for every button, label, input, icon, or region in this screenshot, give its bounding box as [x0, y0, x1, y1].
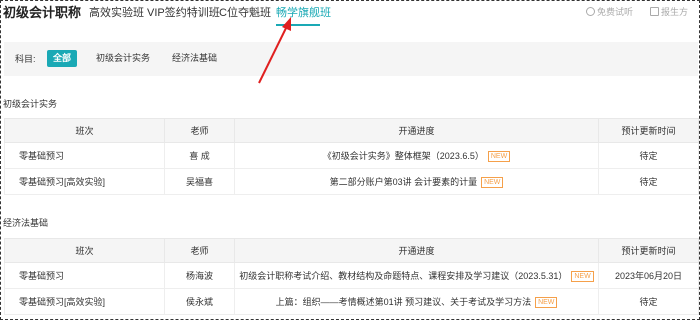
arrow-shaft [258, 23, 289, 84]
annotation-arrow [258, 17, 291, 84]
arrow-head [282, 17, 291, 31]
